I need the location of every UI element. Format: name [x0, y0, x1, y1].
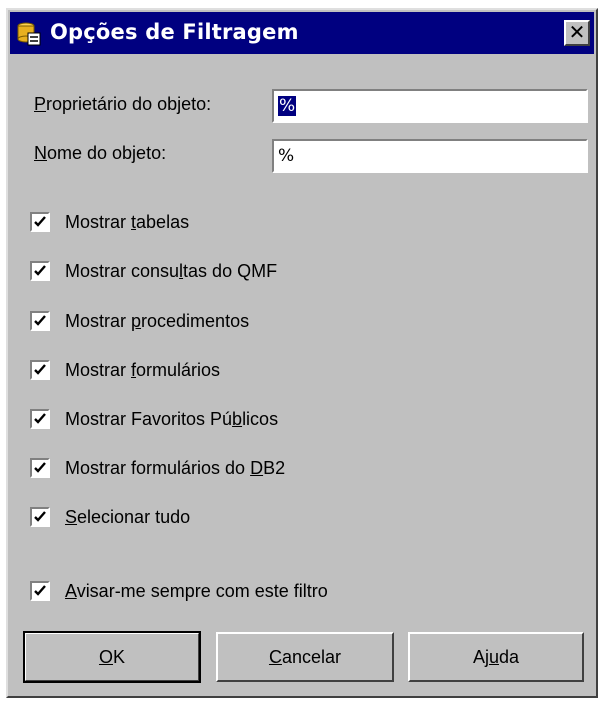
checkbox-label: Mostrar procedimentos [65, 310, 250, 331]
show-procedures-checkbox[interactable]: Mostrar procedimentos [30, 306, 249, 336]
checkmark-icon [34, 462, 46, 473]
ok-button[interactable]: OK [23, 631, 201, 683]
select-all-checkbox[interactable]: Selecionar tudo [30, 502, 190, 532]
show-qmf-queries-checkbox[interactable]: Mostrar consultas do QMF [30, 256, 277, 286]
checkbox-box[interactable] [30, 311, 50, 331]
checkmark-icon [34, 216, 46, 227]
name-label: Nome do objeto: [34, 143, 167, 163]
checkmark-icon [34, 413, 46, 424]
checkbox-label: Mostrar formulários [65, 359, 221, 380]
always-warn-checkbox[interactable]: Avisar-me sempre com este filtro [30, 576, 328, 606]
checkbox-label: Selecionar tudo [65, 506, 191, 527]
checkbox-label: Mostrar consultas do QMF [65, 260, 278, 281]
cancel-button-label: Cancelar [268, 646, 342, 667]
checkmark-icon [34, 315, 46, 326]
checkmark-icon [34, 364, 46, 375]
help-button[interactable]: Ajuda [408, 632, 584, 682]
checkbox-box[interactable] [30, 507, 50, 527]
checkbox-label: Avisar-me sempre com este filtro [65, 580, 328, 601]
show-tables-checkbox[interactable]: Mostrar tabelas [30, 207, 189, 237]
checkmark-icon [34, 585, 46, 596]
checkbox-label: Mostrar Favoritos Públicos [65, 408, 279, 429]
close-button[interactable]: ✕ [564, 20, 590, 46]
title-bar[interactable]: Opções de Filtragem ✕ [10, 12, 594, 54]
checkbox-box[interactable] [30, 261, 50, 281]
show-public-favorites-checkbox[interactable]: Mostrar Favoritos Públicos [30, 404, 278, 434]
checkmark-icon [34, 265, 46, 276]
cancel-button[interactable]: Cancelar [216, 632, 394, 682]
checkbox-box[interactable] [30, 360, 50, 380]
ok-button-label: OK [98, 646, 126, 667]
checkbox-box[interactable] [30, 212, 50, 232]
owner-input-value: % [278, 96, 297, 116]
checkmark-icon [34, 511, 46, 522]
checkbox-label: Mostrar formulários do DB2 [65, 457, 286, 478]
show-db2-forms-checkbox[interactable]: Mostrar formulários do DB2 [30, 453, 285, 483]
window-title: Opções de Filtragem [50, 20, 299, 44]
checkbox-label: Mostrar tabelas [65, 211, 190, 232]
name-input-value: % [278, 146, 295, 166]
owner-input[interactable]: % [272, 89, 588, 123]
help-button-label: Ajuda [472, 646, 520, 667]
owner-label: Proprietário do objeto: [34, 94, 212, 114]
checkbox-box[interactable] [30, 458, 50, 478]
database-icon [17, 22, 41, 46]
show-forms-checkbox[interactable]: Mostrar formulários [30, 355, 220, 385]
checkbox-box[interactable] [30, 409, 50, 429]
close-icon: ✕ [568, 20, 586, 44]
checkbox-box[interactable] [30, 581, 50, 601]
filter-options-dialog: Opções de Filtragem ✕ Proprietário do ob… [6, 8, 598, 698]
name-input[interactable]: % [272, 139, 588, 173]
